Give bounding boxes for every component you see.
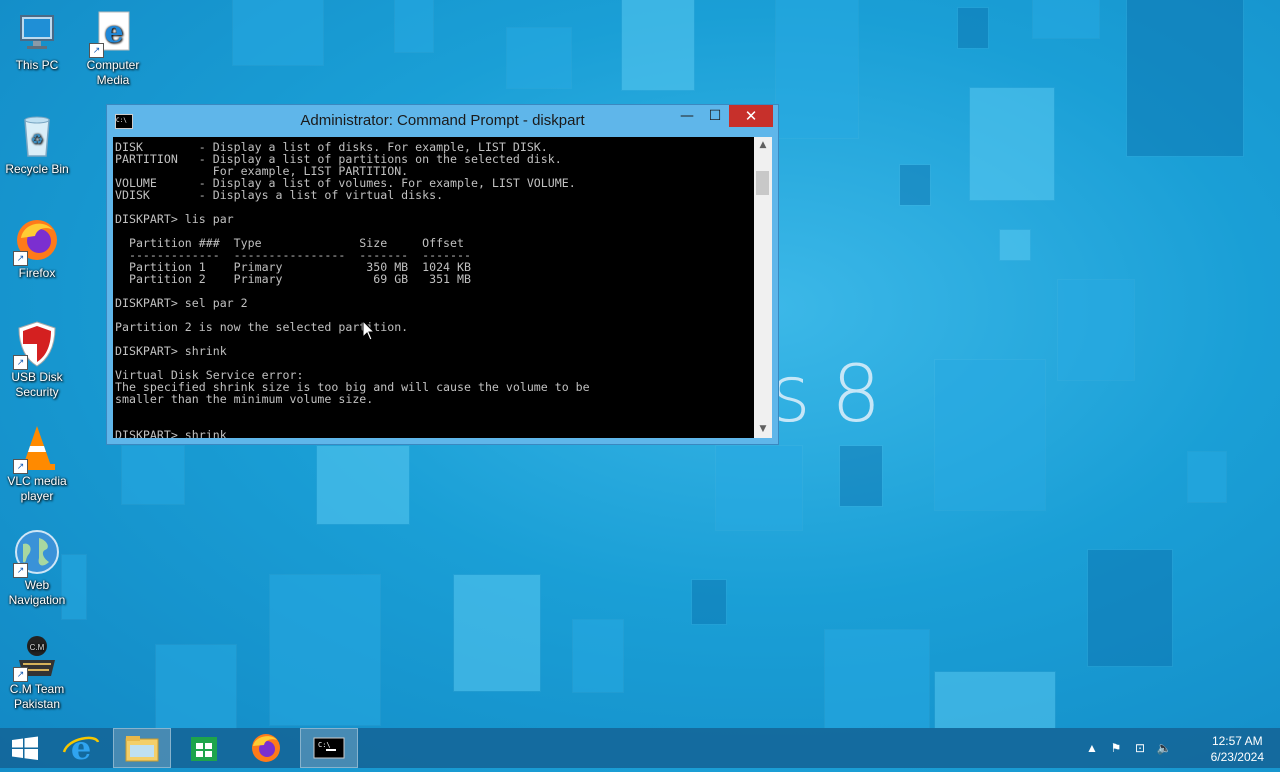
vertical-scrollbar[interactable]: ▲ ▼	[754, 137, 772, 438]
desktop-icon-label: VLC media player	[7, 474, 67, 503]
shortcut-arrow-icon: ↗	[13, 251, 28, 266]
svg-text:e: e	[104, 15, 123, 50]
clock[interactable]: 12:57 AM 6/23/2024	[1211, 733, 1264, 765]
svg-text:C:\: C:\	[318, 741, 331, 749]
shortcut-arrow-icon: ↗	[13, 667, 28, 682]
console-output[interactable]: DISK - Display a list of disks. For exam…	[113, 137, 754, 438]
scroll-down-icon[interactable]: ▼	[754, 421, 772, 438]
shortcut-arrow-icon: ↗	[13, 459, 28, 474]
taskbar-file-explorer[interactable]	[113, 728, 171, 768]
desktop-icon-label: C.M Team Pakistan	[9, 682, 65, 711]
svg-text:e: e	[71, 729, 91, 767]
windows-logo-icon	[12, 736, 38, 760]
volume-muted-icon[interactable]: 🔈	[1156, 740, 1172, 756]
network-icon[interactable]: ⊡	[1132, 740, 1148, 756]
minimize-button[interactable]: —	[673, 105, 701, 127]
desktop-icon-label: Firefox	[18, 266, 56, 280]
desktop-icon-cm-team-pakistan[interactable]: C.M ↗ C.M Team Pakistan	[0, 632, 74, 712]
command-prompt-icon: C:\	[313, 737, 345, 759]
internet-explorer-icon: e ↗	[89, 8, 137, 58]
maximize-button[interactable]: ☐	[701, 105, 729, 127]
svg-text:C.M: C.M	[30, 643, 45, 652]
desktop-icon-this-pc[interactable]: This PC	[0, 8, 74, 73]
window-titlebar[interactable]: C:\ Administrator: Command Prompt - disk…	[107, 105, 778, 137]
desktop-icon-firefox[interactable]: ↗ Firefox	[0, 216, 74, 281]
taskbar: e C:\ ▲ ⚑ ⊡ 🔈 12:57 AM 6/23/2024	[0, 728, 1280, 768]
scroll-thumb[interactable]	[756, 171, 769, 195]
shortcut-arrow-icon: ↗	[13, 563, 28, 578]
folder-icon	[125, 736, 159, 762]
recycle-bin-icon: ♻	[13, 112, 61, 160]
desktop-icon-vlc[interactable]: ↗ VLC media player	[0, 424, 74, 504]
action-center-flag-icon[interactable]: ⚑	[1108, 740, 1124, 756]
desktop-icon-label: USB Disk Security	[11, 370, 63, 399]
taskbar-firefox[interactable]	[237, 728, 295, 768]
start-button[interactable]	[0, 728, 58, 768]
firefox-icon	[252, 734, 280, 762]
shield-icon: ↗	[13, 320, 61, 370]
taskbar-internet-explorer[interactable]: e	[52, 728, 110, 768]
windows-watermark: s 8	[770, 350, 881, 440]
vlc-cone-icon: ↗	[13, 424, 61, 474]
clock-time: 12:57 AM	[1211, 734, 1263, 748]
taskbar-command-prompt[interactable]: C:\	[300, 728, 358, 768]
desktop-icon-web-navigation[interactable]: ↗ Web Navigation	[0, 528, 74, 608]
desktop-icon-label: Recycle Bin	[5, 162, 69, 176]
system-tray: ▲ ⚑ ⊡ 🔈 12:57 AM 6/23/2024	[1080, 728, 1280, 768]
computer-icon	[13, 8, 61, 56]
mouse-cursor-icon	[362, 320, 376, 341]
close-button[interactable]: ✕	[729, 105, 773, 127]
globe-icon: ↗	[13, 528, 61, 578]
desktop-icon-label: This PC	[15, 58, 59, 72]
shortcut-arrow-icon: ↗	[13, 355, 28, 370]
desktop-icon-usb-disk-security[interactable]: ↗ USB Disk Security	[0, 320, 74, 400]
console-text: DISK - Display a list of disks. For exam…	[115, 140, 590, 438]
svg-text:♻: ♻	[31, 131, 44, 147]
command-prompt-window[interactable]: C:\ Administrator: Command Prompt - disk…	[106, 104, 779, 445]
shortcut-arrow-icon: ↗	[89, 43, 104, 58]
store-icon	[191, 737, 217, 761]
scroll-up-icon[interactable]: ▲	[754, 137, 772, 154]
desktop-icon-computer-media[interactable]: e ↗ Computer Media	[76, 8, 150, 88]
firefox-icon: ↗	[13, 216, 61, 266]
internet-explorer-icon: e	[62, 729, 100, 767]
desktop-icon-recycle-bin[interactable]: ♻ Recycle Bin	[0, 112, 74, 177]
clock-date: 6/23/2024	[1210, 750, 1264, 764]
show-hidden-icons-icon[interactable]: ▲	[1084, 740, 1100, 756]
desktop-icon-label: Web Navigation	[8, 578, 66, 607]
cm-team-logo-icon: C.M ↗	[13, 632, 61, 682]
desktop-icon-label: Computer Media	[86, 58, 140, 87]
taskbar-store[interactable]	[175, 728, 233, 768]
